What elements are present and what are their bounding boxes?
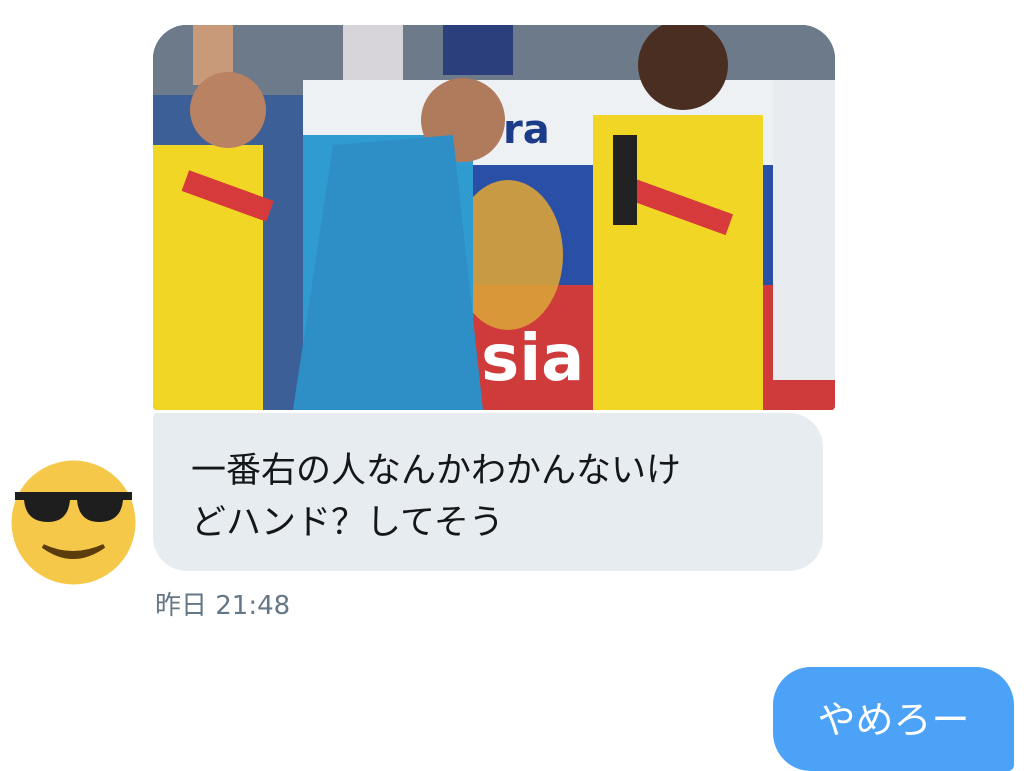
outgoing-message-bubble[interactable]: やめろー xyxy=(773,667,1014,771)
sunglasses-emoji-icon xyxy=(11,460,136,585)
message-timestamp: 昨日 21:48 xyxy=(155,591,291,621)
photo-sign-text: ra xyxy=(503,107,550,153)
photo-image: ra ssia xyxy=(153,25,835,410)
outgoing-message-text: やめろー xyxy=(817,697,970,742)
sender-avatar[interactable] xyxy=(11,460,136,585)
incoming-message-line-2: どハンド？してそう xyxy=(191,503,504,543)
shared-photo[interactable]: ra ssia xyxy=(153,25,835,410)
incoming-message-bubble[interactable]: 一番右の人なんかわかんないけ どハンド？してそう xyxy=(153,413,823,571)
incoming-message-line-1: 一番右の人なんかわかんないけ xyxy=(191,451,682,491)
